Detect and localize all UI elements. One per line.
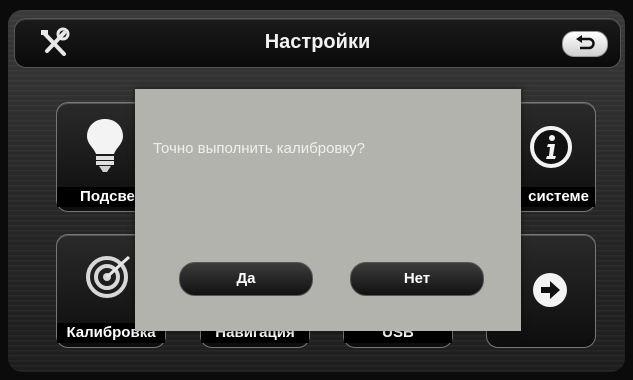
title-bar: Настройки <box>14 18 621 68</box>
yes-button[interactable]: Да <box>179 262 313 296</box>
lightbulb-icon <box>87 119 123 172</box>
dialog-message: Точно выполнить калибровку? <box>153 140 365 157</box>
target-icon <box>86 255 131 298</box>
back-button[interactable] <box>562 31 608 57</box>
no-button[interactable]: Нет <box>350 262 484 296</box>
confirm-dialog: Точно выполнить калибровку? Да Нет <box>135 89 521 331</box>
arrow-right-icon <box>533 273 567 307</box>
back-arrow-icon <box>576 35 595 50</box>
info-icon <box>530 126 572 168</box>
device-screen: Настройки Подсвет системе Калибровка Нав… <box>8 10 625 372</box>
page-title: Настройки <box>264 31 371 53</box>
